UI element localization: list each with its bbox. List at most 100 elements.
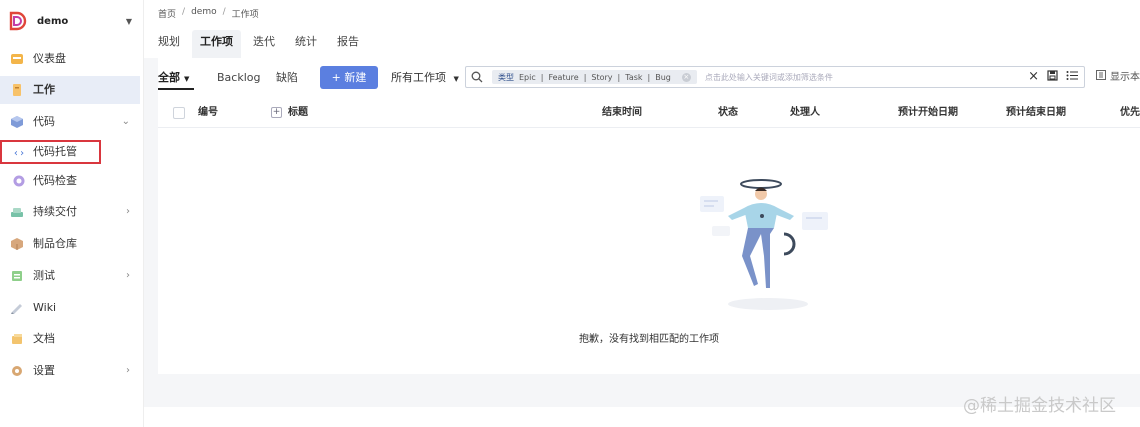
type-filter-chip[interactable]: 类型 Epic | Feature | Story | Task | Bug × bbox=[492, 70, 697, 84]
empty-state-illustration bbox=[700, 179, 828, 310]
sidebar-item-test[interactable]: 测试 › bbox=[0, 262, 140, 290]
chip-separator: | bbox=[647, 72, 651, 82]
sidebar-item-work[interactable]: 工作 bbox=[0, 76, 140, 104]
sidebar-item-docs[interactable]: 文档 bbox=[0, 325, 140, 353]
page-header: 首页 / demo / 工作项 规划 工作项 迭代 统计 报告 bbox=[144, 0, 1140, 58]
sidebar-item-label: 持续交付 bbox=[33, 205, 77, 218]
search-actions: × bbox=[1028, 70, 1078, 84]
column-planned-start[interactable]: 预计开始日期 bbox=[898, 106, 958, 120]
tab-statistics[interactable]: 统计 bbox=[287, 30, 325, 58]
chip-key: 类型 bbox=[498, 72, 514, 82]
chip-separator: | bbox=[540, 72, 544, 82]
caret-down-icon: ▼ bbox=[453, 75, 459, 83]
chip-remove-icon[interactable]: × bbox=[681, 72, 691, 82]
artifact-icon bbox=[10, 237, 24, 251]
select-all-checkbox[interactable] bbox=[173, 107, 185, 119]
clear-icon[interactable]: × bbox=[1028, 70, 1039, 84]
chip-separator: | bbox=[617, 72, 621, 82]
chevron-right-icon[interactable]: › bbox=[126, 205, 130, 219]
sidebar-item-label: Wiki bbox=[33, 301, 57, 314]
column-end-time[interactable]: 结束时间 bbox=[602, 106, 642, 120]
display-columns-label: 显示本 bbox=[1110, 72, 1140, 83]
sidebar-item-wiki[interactable]: Wiki bbox=[0, 294, 140, 322]
project-logo-icon bbox=[8, 11, 28, 31]
chip-value: Bug bbox=[655, 72, 671, 82]
wiki-icon bbox=[10, 301, 24, 315]
sidebar-item-label: 代码 bbox=[33, 115, 55, 128]
column-priority[interactable]: 优先 bbox=[1120, 106, 1140, 120]
work-icon bbox=[10, 83, 24, 97]
breadcrumb-separator: / bbox=[182, 7, 186, 17]
tab-work-items[interactable]: 工作项 bbox=[192, 30, 241, 58]
column-assignee[interactable]: 处理人 bbox=[790, 106, 820, 120]
search-filter-bar[interactable]: 类型 Epic | Feature | Story | Task | Bug × 点击此… bbox=[465, 66, 1085, 88]
list-settings-icon[interactable] bbox=[1066, 70, 1078, 84]
search-placeholder: 点击此处输入关键词或添加筛选条件 bbox=[704, 72, 833, 82]
display-columns-button[interactable]: 显示本 bbox=[1096, 66, 1140, 90]
chevron-right-icon[interactable]: › bbox=[126, 364, 130, 378]
chevron-right-icon[interactable]: › bbox=[126, 269, 130, 283]
test-icon bbox=[10, 269, 24, 283]
sidebar-item-dashboard[interactable]: 仪表盘 bbox=[0, 45, 140, 73]
column-id[interactable]: 编号 bbox=[198, 106, 218, 120]
watermark: @稀土掘金技术社区 bbox=[963, 396, 1116, 416]
bug-tab[interactable]: 缺陷 bbox=[276, 66, 298, 90]
toolbar: 全部 ▼ Backlog 缺陷 + 新建 所有工作项 ▼ 类型 Epic | F… bbox=[158, 58, 1140, 98]
sidebar-item-settings[interactable]: 设置 › bbox=[0, 357, 140, 385]
all-items-dropdown[interactable]: 所有工作项 ▼ bbox=[391, 66, 459, 91]
sidebar-item-label: 文档 bbox=[33, 332, 55, 345]
search-icon bbox=[466, 67, 488, 87]
backlog-tab[interactable]: Backlog bbox=[217, 66, 260, 90]
new-item-button[interactable]: + 新建 bbox=[320, 66, 378, 89]
sidebar-item-label: 代码检查 bbox=[33, 174, 77, 187]
delivery-icon bbox=[10, 205, 24, 219]
empty-state-message: 抱歉，没有找到相匹配的工作项 bbox=[579, 334, 719, 345]
chip-value: Feature bbox=[548, 72, 579, 82]
chip-value: Story bbox=[591, 72, 613, 82]
expand-all-icon[interactable]: + bbox=[271, 107, 282, 118]
code-check-icon bbox=[12, 174, 26, 188]
tab-iterations[interactable]: 迭代 bbox=[245, 30, 283, 58]
tab-reports[interactable]: 报告 bbox=[329, 30, 367, 58]
chevron-down-icon[interactable]: ⌄ bbox=[122, 115, 130, 129]
code-icon bbox=[10, 115, 24, 129]
sidebar-item-artifact[interactable]: 制品仓库 bbox=[0, 230, 140, 258]
breadcrumb: 首页 / demo / 工作项 bbox=[158, 7, 259, 20]
table-header: 编号 + 标题 结束时间 状态 处理人 预计开始日期 预计结束日期 优先 bbox=[158, 98, 1140, 128]
tab-planning[interactable]: 规划 bbox=[150, 30, 188, 58]
filter-all-dropdown[interactable]: 全部 ▼ bbox=[158, 66, 194, 90]
breadcrumb-separator: / bbox=[222, 7, 226, 17]
caret-down-icon: ▼ bbox=[184, 75, 190, 83]
dashboard-icon bbox=[10, 52, 24, 66]
app-root: demo ▼ 仪表盘 工作 代码 ⌄ ‹› 代码托管 代码检查 持续交付 › 制品仓库 测试 › Wik… bbox=[0, 0, 1140, 427]
chip-value: Task bbox=[625, 72, 643, 82]
sidebar-item-label: 设置 bbox=[33, 364, 55, 377]
sidebar-item-label: 工作 bbox=[33, 83, 55, 96]
tab-bar: 规划 工作项 迭代 统计 报告 bbox=[150, 30, 371, 58]
settings-icon bbox=[10, 364, 24, 378]
sidebar-item-label: 制品仓库 bbox=[33, 237, 77, 250]
chip-separator: | bbox=[583, 72, 587, 82]
work-items-panel: 全部 ▼ Backlog 缺陷 + 新建 所有工作项 ▼ 类型 Epic | F… bbox=[158, 58, 1140, 374]
sidebar-item-label: 仪表盘 bbox=[33, 52, 66, 65]
docs-icon bbox=[10, 332, 24, 346]
sidebar-item-code[interactable]: 代码 ⌄ bbox=[0, 108, 140, 136]
caret-down-icon: ▼ bbox=[125, 17, 132, 26]
sidebar: demo ▼ 仪表盘 工作 代码 ⌄ ‹› 代码托管 代码检查 持续交付 › 制品仓库 测试 › Wik… bbox=[0, 0, 144, 427]
breadcrumb-home[interactable]: 首页 bbox=[158, 7, 176, 20]
main-content: 首页 / demo / 工作项 规划 工作项 迭代 统计 报告 全部 ▼ Back… bbox=[144, 0, 1140, 407]
highlight-box bbox=[0, 140, 101, 164]
all-items-label: 所有工作项 bbox=[391, 71, 446, 84]
breadcrumb-project[interactable]: demo bbox=[191, 7, 217, 20]
breadcrumb-current: 工作项 bbox=[231, 10, 259, 20]
column-planned-end[interactable]: 预计结束日期 bbox=[1006, 106, 1066, 120]
sidebar-item-delivery[interactable]: 持续交付 › bbox=[0, 198, 140, 226]
sidebar-item-code-check[interactable]: 代码检查 bbox=[0, 167, 140, 195]
sidebar-item-label: 测试 bbox=[33, 269, 55, 282]
project-switcher[interactable]: demo ▼ bbox=[8, 8, 136, 34]
column-status[interactable]: 状态 bbox=[718, 106, 738, 120]
save-icon[interactable] bbox=[1047, 70, 1058, 84]
filter-all-label: 全部 bbox=[158, 71, 180, 84]
columns-icon bbox=[1096, 66, 1106, 90]
column-title[interactable]: 标题 bbox=[288, 106, 308, 120]
